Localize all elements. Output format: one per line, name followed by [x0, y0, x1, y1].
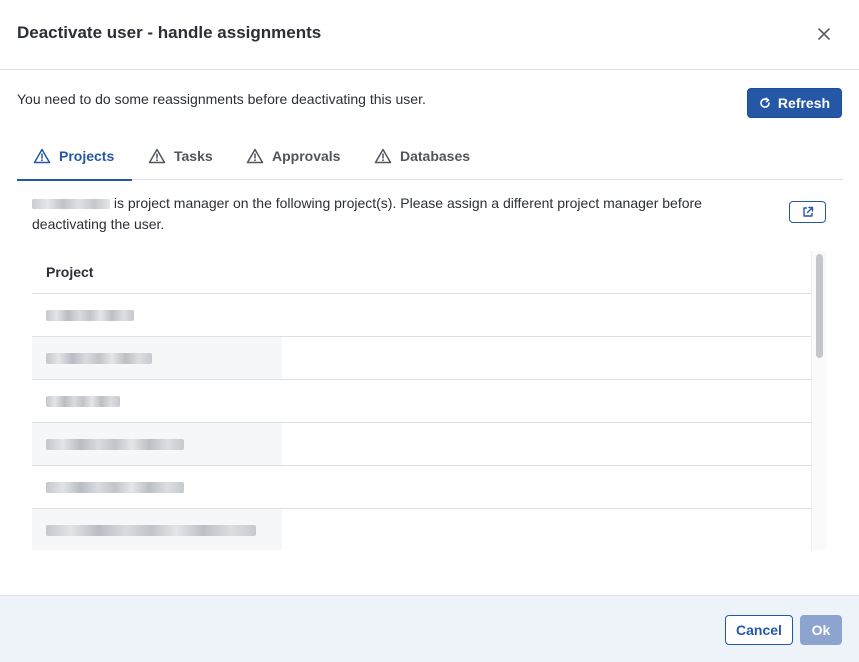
reassignment-description: is project manager on the following proj…	[32, 193, 752, 235]
tab-label: Databases	[400, 147, 471, 164]
table-scrollbar[interactable]	[811, 251, 826, 550]
redacted-user-name	[32, 199, 110, 210]
ok-button[interactable]: Ok	[800, 615, 842, 645]
external-link-icon	[802, 206, 813, 217]
table-row[interactable]	[32, 380, 811, 423]
tab-label: Approvals	[272, 147, 341, 164]
tab-label: Tasks	[174, 147, 213, 164]
deactivate-user-dialog: Deactivate user - handle assignments You…	[0, 0, 859, 662]
redacted-project-name	[46, 439, 184, 450]
close-button[interactable]	[810, 20, 838, 48]
redacted-project-name	[46, 482, 184, 493]
tab-projects[interactable]: Projects	[17, 131, 132, 181]
projects-table: Project	[32, 251, 826, 550]
table-row[interactable]	[32, 466, 811, 509]
table-row[interactable]	[32, 423, 811, 466]
dialog-header: Deactivate user - handle assignments	[0, 0, 859, 70]
table-row[interactable]	[32, 294, 811, 337]
refresh-button-label: Refresh	[777, 95, 831, 111]
warning-icon	[148, 148, 166, 163]
close-icon	[818, 28, 830, 40]
redacted-project-name	[46, 525, 256, 536]
description-text: is project manager on the following proj…	[32, 195, 702, 232]
refresh-icon	[760, 97, 770, 108]
redacted-project-name	[46, 310, 134, 321]
assignment-tabs: Projects Tasks Approvals Databases	[17, 131, 843, 181]
redacted-project-name	[46, 396, 120, 407]
warning-icon	[33, 148, 51, 163]
warning-icon	[374, 148, 392, 163]
redacted-project-name	[46, 353, 152, 364]
cancel-button[interactable]: Cancel	[725, 615, 793, 645]
refresh-button[interactable]: Refresh	[747, 88, 842, 118]
table-row[interactable]	[32, 337, 811, 380]
open-in-new-window-button[interactable]	[789, 201, 826, 223]
warning-icon	[246, 148, 264, 163]
tab-label: Projects	[59, 147, 115, 164]
table-row[interactable]	[32, 509, 811, 550]
tab-databases[interactable]: Databases	[374, 131, 470, 180]
dialog-footer: Cancel Ok	[0, 595, 859, 662]
tab-tasks[interactable]: Tasks	[148, 131, 213, 180]
scrollbar-thumb[interactable]	[816, 254, 823, 358]
column-header-project: Project	[32, 251, 811, 294]
intro-text: You need to do some reassignments before…	[17, 91, 426, 107]
dialog-title: Deactivate user - handle assignments	[17, 23, 322, 42]
tab-approvals[interactable]: Approvals	[246, 131, 340, 180]
